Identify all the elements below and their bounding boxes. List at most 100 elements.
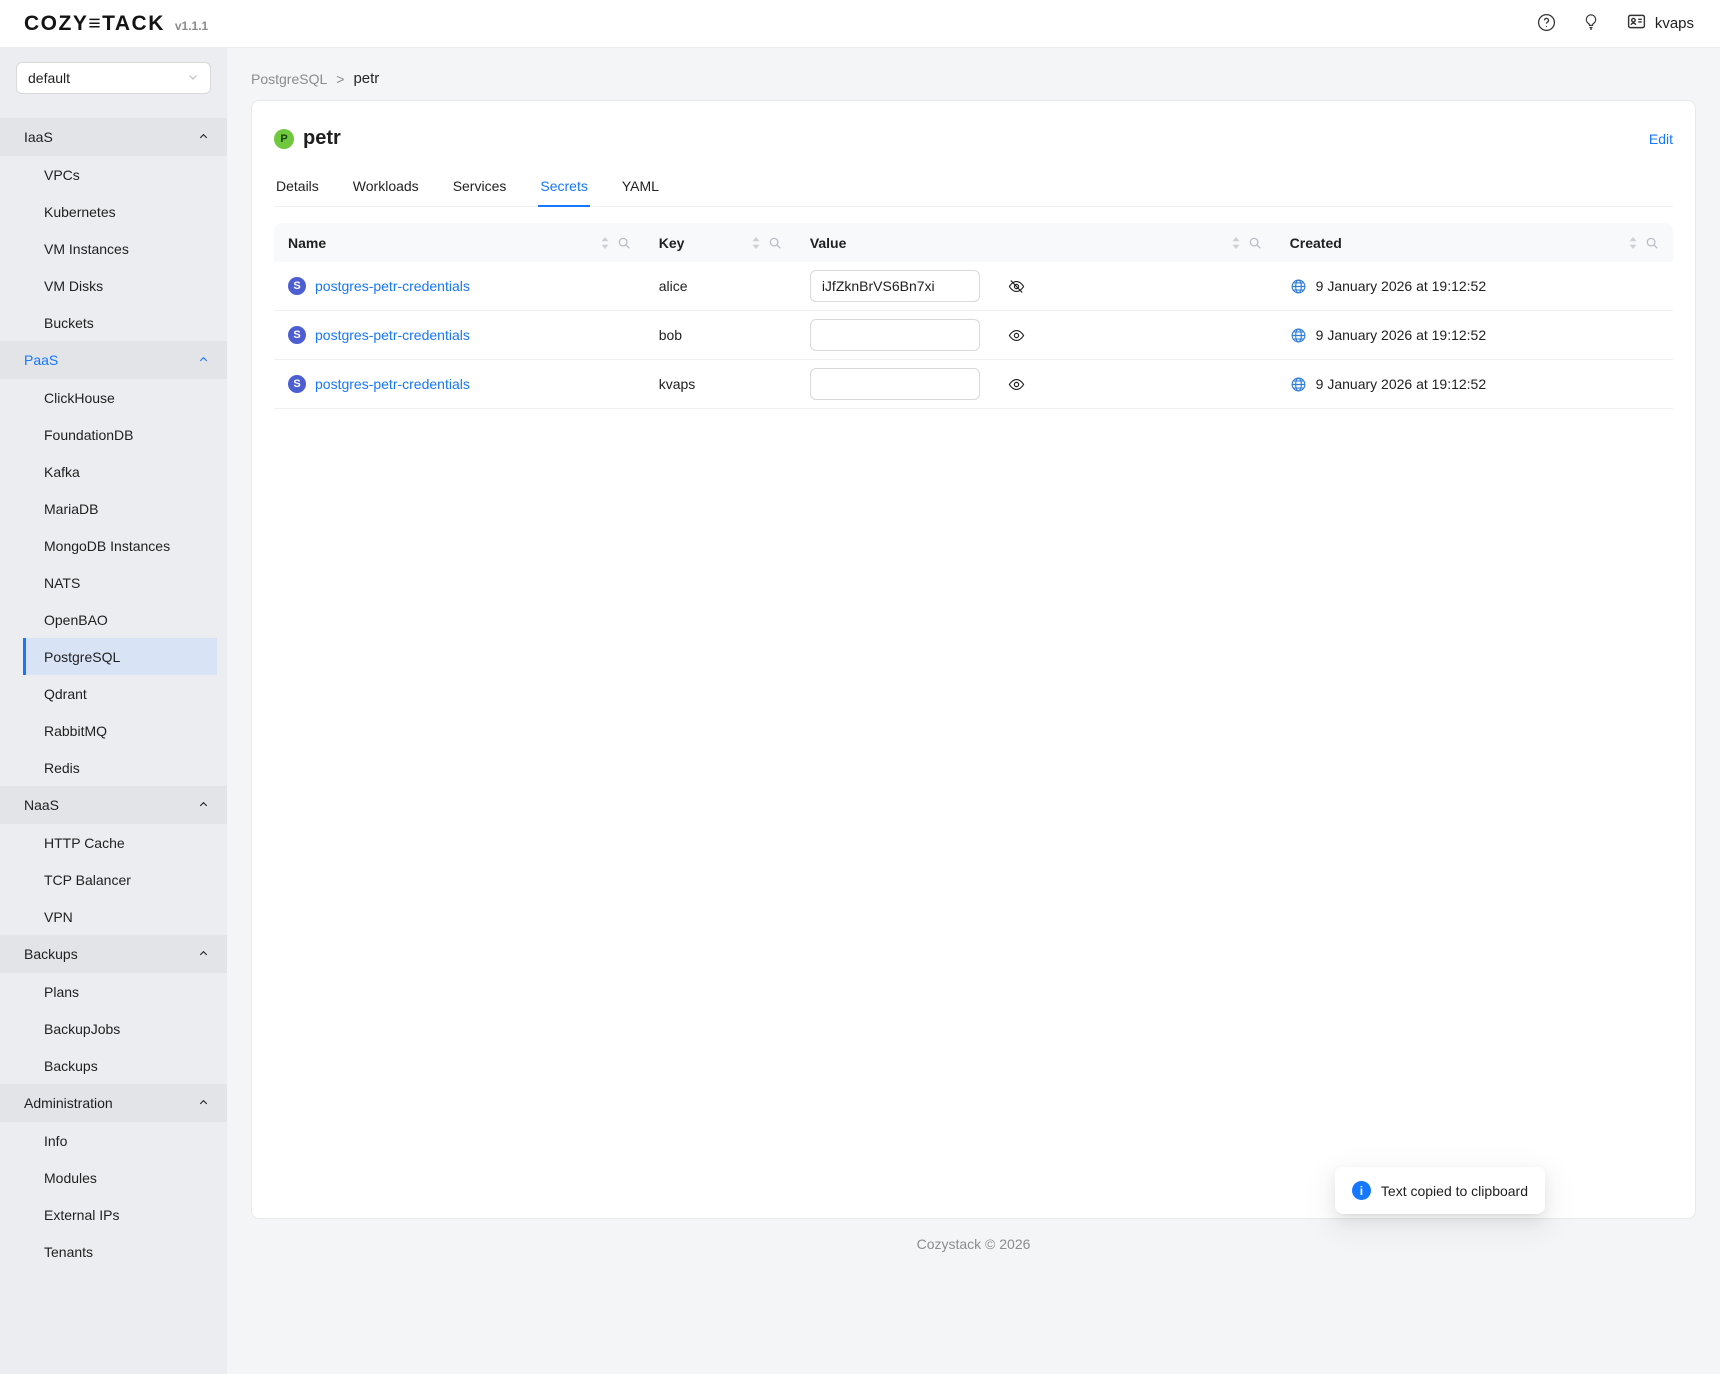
sidebar-item-clickhouse[interactable]: ClickHouse xyxy=(23,379,217,416)
tab-yaml[interactable]: YAML xyxy=(620,170,661,207)
sidebar-item-external-ips[interactable]: External IPs xyxy=(23,1196,217,1233)
sidebar-item-redis[interactable]: Redis xyxy=(23,749,217,786)
sidebar-item-buckets[interactable]: Buckets xyxy=(23,304,217,341)
sidebar-section-label: Administration xyxy=(24,1095,113,1111)
sidebar-item-label: Redis xyxy=(44,760,80,776)
sidebar-section-paas[interactable]: PaaS xyxy=(0,341,227,379)
sidebar-item-mongodb-instances[interactable]: MongoDB Instances xyxy=(23,527,217,564)
sidebar-item-postgresql[interactable]: PostgreSQL xyxy=(23,638,217,675)
bulb-icon xyxy=(1582,13,1600,34)
sidebar-section: IaaS VPCs Kubernetes VM Instances VM Dis… xyxy=(0,118,227,341)
sidebar-item-http-cache[interactable]: HTTP Cache xyxy=(23,824,217,861)
question-circle-icon xyxy=(1537,13,1556,35)
sidebar-section-administration[interactable]: Administration xyxy=(0,1084,227,1122)
sidebar-item-foundationdb[interactable]: FoundationDB xyxy=(23,416,217,453)
sidebar-item-backups[interactable]: Backups xyxy=(23,1047,217,1084)
tenant-selector-value: default xyxy=(28,70,70,86)
edit-button[interactable]: Edit xyxy=(1649,131,1673,147)
globe-icon xyxy=(1290,376,1307,393)
sidebar-item-label: MongoDB Instances xyxy=(44,538,170,554)
sidebar-item-kubernetes[interactable]: Kubernetes xyxy=(23,193,217,230)
tab-label: Details xyxy=(276,178,319,194)
secret-name-link[interactable]: postgres-petr-credentials xyxy=(315,376,470,392)
sidebar-item-label: ClickHouse xyxy=(44,390,115,406)
search-icon[interactable] xyxy=(617,236,631,250)
sidebar-item-tenants[interactable]: Tenants xyxy=(23,1233,217,1270)
sidebar-item-qdrant[interactable]: Qdrant xyxy=(23,675,217,712)
search-icon[interactable] xyxy=(1248,236,1262,250)
tabs: Details Workloads Services Secrets YAML xyxy=(274,170,1673,207)
sidebar-item-label: TCP Balancer xyxy=(44,872,131,888)
tab-label: Workloads xyxy=(353,178,419,194)
sort-icon[interactable] xyxy=(751,236,761,250)
sidebar-item-tcp-balancer[interactable]: TCP Balancer xyxy=(23,861,217,898)
tab-label: Services xyxy=(453,178,507,194)
tab-secrets[interactable]: Secrets xyxy=(538,170,589,207)
chevron-up-icon xyxy=(198,797,209,813)
sidebar-item-label: Kafka xyxy=(44,464,80,480)
sidebar-section-naas[interactable]: NaaS xyxy=(0,786,227,824)
secret-value-input[interactable] xyxy=(810,270,980,302)
tab-details[interactable]: Details xyxy=(274,170,321,207)
resource-card: P petr Edit Details Workloads Services S… xyxy=(251,100,1696,1219)
sidebar-item-vm-disks[interactable]: VM Disks xyxy=(23,267,217,304)
sidebar-item-plans[interactable]: Plans xyxy=(23,973,217,1010)
table-row: S postgres-petr-credentials alice xyxy=(274,262,1673,311)
sort-icon[interactable] xyxy=(1628,236,1638,250)
user-menu[interactable]: kvaps xyxy=(1626,11,1694,36)
column-header-value: Value xyxy=(796,223,1276,262)
search-icon[interactable] xyxy=(768,236,782,250)
secret-name-link[interactable]: postgres-petr-credentials xyxy=(315,278,470,294)
tenant-selector[interactable]: default xyxy=(16,62,211,94)
chevron-up-icon xyxy=(198,946,209,962)
logo: COZY≡TACK v1.1.1 xyxy=(24,12,208,36)
globe-icon xyxy=(1290,327,1307,344)
breadcrumb-parent[interactable]: PostgreSQL xyxy=(251,71,327,87)
secret-key: kvaps xyxy=(659,376,696,392)
sidebar-section-backups[interactable]: Backups xyxy=(0,935,227,973)
page-title: petr xyxy=(303,127,341,150)
sidebar-item-label: NATS xyxy=(44,575,80,591)
sidebar-item-vpcs[interactable]: VPCs xyxy=(23,156,217,193)
sort-icon[interactable] xyxy=(1231,236,1241,250)
secret-value-input[interactable] xyxy=(810,368,980,400)
sidebar-item-mariadb[interactable]: MariaDB xyxy=(23,490,217,527)
sidebar-item-info[interactable]: Info xyxy=(23,1122,217,1159)
sidebar-section-iaas[interactable]: IaaS xyxy=(0,118,227,156)
sidebar: default IaaS VPCs Kubernetes VM Instance… xyxy=(0,48,227,1374)
logo-text: COZY≡TACK xyxy=(24,12,165,36)
tab-workloads[interactable]: Workloads xyxy=(351,170,421,207)
topbar: COZY≡TACK v1.1.1 xyxy=(0,0,1720,48)
sidebar-item-nats[interactable]: NATS xyxy=(23,564,217,601)
sidebar-item-label: FoundationDB xyxy=(44,427,134,443)
sidebar-item-label: PostgreSQL xyxy=(44,649,120,665)
eye-invisible-icon[interactable] xyxy=(1008,278,1025,295)
created-text: 9 January 2026 at 19:12:52 xyxy=(1316,278,1486,294)
chevron-up-icon xyxy=(198,129,209,145)
theme-toggle-button[interactable] xyxy=(1582,13,1600,34)
secret-value-input[interactable] xyxy=(810,319,980,351)
sidebar-item-modules[interactable]: Modules xyxy=(23,1159,217,1196)
sidebar-item-openbao[interactable]: OpenBAO xyxy=(23,601,217,638)
secrets-table: Name Key xyxy=(274,223,1673,409)
sidebar-item-kafka[interactable]: Kafka xyxy=(23,453,217,490)
tab-services[interactable]: Services xyxy=(451,170,509,207)
sidebar-item-label: Backups xyxy=(44,1058,98,1074)
sort-icon[interactable] xyxy=(600,236,610,250)
sidebar-item-rabbitmq[interactable]: RabbitMQ xyxy=(23,712,217,749)
chevron-down-icon xyxy=(187,70,199,86)
sidebar-item-backupjobs[interactable]: BackupJobs xyxy=(23,1010,217,1047)
table-body: S postgres-petr-credentials alice xyxy=(274,262,1673,409)
sidebar-item-vm-instances[interactable]: VM Instances xyxy=(23,230,217,267)
id-badge-icon xyxy=(1626,11,1647,36)
eye-icon[interactable] xyxy=(1008,376,1025,393)
secret-name-link[interactable]: postgres-petr-credentials xyxy=(315,327,470,343)
breadcrumb-separator: > xyxy=(336,71,344,87)
search-icon[interactable] xyxy=(1645,236,1659,250)
sidebar-item-vpn[interactable]: VPN xyxy=(23,898,217,935)
eye-icon[interactable] xyxy=(1008,327,1025,344)
toast-notification: i Text copied to clipboard xyxy=(1335,1167,1545,1214)
sidebar-item-label: Tenants xyxy=(44,1244,93,1260)
help-button[interactable] xyxy=(1537,13,1556,35)
table-row: S postgres-petr-credentials kvaps xyxy=(274,360,1673,409)
